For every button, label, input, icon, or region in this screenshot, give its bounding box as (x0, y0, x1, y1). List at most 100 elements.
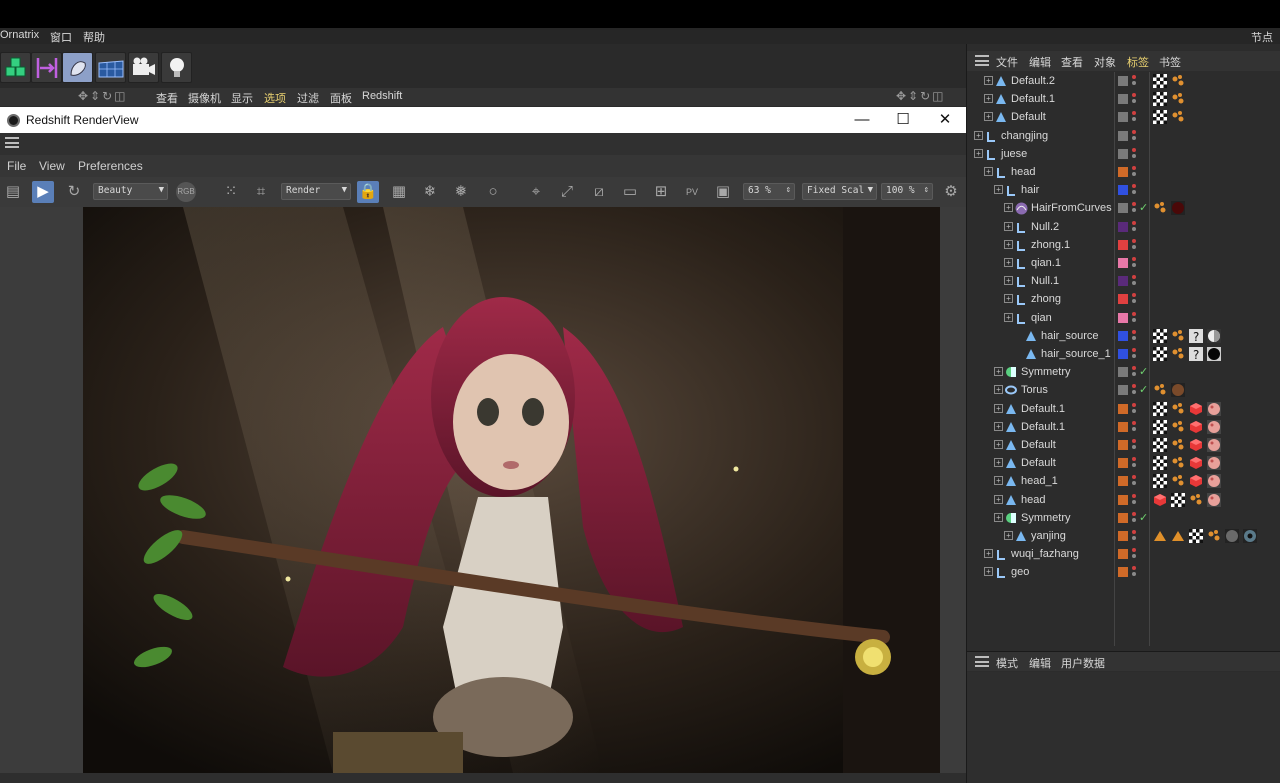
snowflake-g-icon[interactable]: ❅ (450, 181, 472, 203)
vp-menu-view[interactable]: 查看 (156, 90, 178, 106)
object-row[interactable]: hair_source? (967, 327, 1280, 345)
dots-tag-icon[interactable] (1171, 329, 1185, 343)
object-row[interactable]: + Default (967, 454, 1280, 472)
enabled-check-icon[interactable]: ✓ (1139, 511, 1148, 524)
film-icon[interactable]: ▣ (712, 181, 734, 203)
visibility-dots-icon[interactable] (1132, 384, 1136, 396)
skin-tag-icon[interactable] (1207, 419, 1221, 434)
expand-toggle-icon[interactable]: + (994, 403, 1003, 413)
object-row[interactable]: + head (967, 163, 1280, 181)
settings-gear-icon[interactable]: ⚙ (940, 181, 962, 203)
object-row[interactable]: + Default.1 (967, 400, 1280, 418)
expand-toggle-icon[interactable]: + (994, 421, 1003, 431)
material-eye-tag-icon[interactable] (1243, 529, 1257, 543)
focus-icon[interactable]: ⌖ (525, 181, 547, 203)
clapperboard-icon[interactable]: ▤ (2, 181, 24, 203)
expand-toggle-icon[interactable]: + (984, 76, 993, 85)
expand-toggle-icon[interactable]: + (994, 385, 1003, 395)
checker-tag-icon[interactable] (1153, 328, 1167, 343)
visibility-dots-icon[interactable] (1132, 329, 1136, 342)
object-name[interactable]: changjing (1001, 130, 1048, 142)
layer-color-swatch[interactable] (1118, 476, 1128, 487)
vp-menu-camera[interactable]: 摄像机 (188, 90, 221, 106)
object-row[interactable]: + qian.1 (967, 254, 1280, 272)
checker-tag-icon[interactable] (1153, 438, 1167, 452)
object-name[interactable]: zhong (1031, 293, 1061, 305)
dither-grid-icon[interactable]: ⁙ (220, 181, 242, 203)
expand-toggle-icon[interactable]: + (1004, 294, 1013, 304)
lock-icon[interactable]: 🔒 (357, 181, 379, 203)
skin-tag-icon[interactable] (1207, 456, 1221, 471)
object-row[interactable]: + Default (967, 108, 1280, 126)
vp-menu-panel[interactable]: 面板 (330, 90, 352, 106)
visibility-dots-icon[interactable] (1132, 366, 1136, 378)
object-row[interactable]: + geo (967, 563, 1280, 581)
layer-color-swatch[interactable] (1118, 567, 1128, 578)
aov-select[interactable]: Beauty ▼ (93, 183, 168, 200)
maximize-button[interactable]: ☐ (888, 109, 918, 131)
object-name[interactable]: wuqi_fazhang (1011, 548, 1079, 560)
visibility-dots-icon[interactable] (1132, 147, 1136, 160)
circle-icon[interactable]: ○ (482, 181, 504, 203)
light-bulb-icon[interactable] (161, 52, 192, 83)
dots-tag-icon[interactable] (1171, 456, 1185, 470)
red-cube-tag-icon[interactable] (1189, 456, 1203, 470)
object-name[interactable]: Default.1 (1021, 421, 1065, 433)
expand-toggle-icon[interactable]: + (1004, 312, 1013, 322)
vp-menu-display[interactable]: 显示 (231, 90, 253, 106)
dots-tag-icon[interactable] (1171, 402, 1185, 416)
checker-tag-icon[interactable] (1153, 419, 1167, 434)
object-name[interactable]: yanjing (1031, 530, 1066, 542)
om-menu-view[interactable]: 查看 (1061, 54, 1083, 70)
layer-color-swatch[interactable] (1118, 76, 1128, 86)
expand-toggle-icon[interactable]: + (984, 167, 993, 176)
enabled-check-icon[interactable]: ✓ (1139, 201, 1148, 214)
object-row[interactable]: + qian (967, 309, 1280, 327)
object-row[interactable]: + Default.2 (967, 72, 1280, 90)
hamburger-menu-icon[interactable] (5, 137, 19, 148)
layer-color-swatch[interactable] (1118, 185, 1128, 196)
visibility-dots-icon[interactable] (1132, 548, 1136, 560)
visibility-dots-icon[interactable] (1132, 530, 1136, 542)
object-name[interactable]: HairFromCurves (1031, 202, 1112, 214)
visibility-dots-icon[interactable] (1132, 184, 1136, 196)
object-name[interactable]: head_1 (1021, 475, 1058, 487)
layer-color-swatch[interactable] (1118, 421, 1128, 432)
om-menu-bookmarks[interactable]: 书签 (1159, 54, 1181, 70)
play-render-icon[interactable]: ▶ (32, 181, 54, 203)
material-brown-tag-icon[interactable] (1171, 383, 1185, 398)
layer-color-swatch[interactable] (1118, 239, 1128, 250)
bend-deformer-icon[interactable] (31, 52, 62, 83)
expand-toggle-icon[interactable]: + (984, 94, 993, 104)
enabled-check-icon[interactable]: ✓ (1139, 383, 1148, 396)
layer-color-swatch[interactable] (1118, 330, 1128, 341)
layer-color-swatch[interactable] (1118, 512, 1128, 523)
zoom-field[interactable]: 63 % ⇕ (743, 183, 795, 200)
object-row[interactable]: + zhong.1 (967, 236, 1280, 254)
dots-tag-icon[interactable] (1171, 420, 1185, 434)
checker-tag-icon[interactable] (1153, 74, 1167, 88)
layer-color-swatch[interactable] (1118, 276, 1128, 287)
object-name[interactable]: hair_source (1041, 330, 1098, 342)
minimize-button[interactable]: — (847, 109, 877, 131)
vp-menu-options[interactable]: 选项 (264, 90, 286, 106)
layer-color-swatch[interactable] (1118, 494, 1128, 505)
expand-toggle-icon[interactable]: + (974, 130, 983, 140)
object-name[interactable]: zhong.1 (1031, 239, 1070, 251)
expand-toggle-icon[interactable]: + (994, 458, 1003, 468)
dots-tag-icon[interactable] (1189, 493, 1203, 507)
rv-menu-file[interactable]: File (7, 159, 26, 173)
enabled-check-icon[interactable]: ✓ (1139, 365, 1148, 378)
visibility-dots-icon[interactable] (1132, 75, 1136, 87)
expand-toggle-icon[interactable]: + (974, 148, 983, 158)
expand-toggle-icon[interactable]: + (1004, 276, 1013, 286)
visibility-dots-icon[interactable] (1132, 111, 1136, 123)
scale-field[interactable]: 100 % ⇕ (881, 183, 933, 200)
object-row[interactable]: + head_1 (967, 472, 1280, 490)
layer-color-swatch[interactable] (1118, 349, 1128, 359)
visibility-dots-icon[interactable] (1132, 402, 1136, 415)
camera-icon[interactable] (128, 52, 159, 83)
skin-tag-icon[interactable] (1207, 401, 1221, 416)
layer-color-swatch[interactable] (1118, 440, 1128, 450)
dots-tag-icon[interactable] (1171, 438, 1185, 452)
